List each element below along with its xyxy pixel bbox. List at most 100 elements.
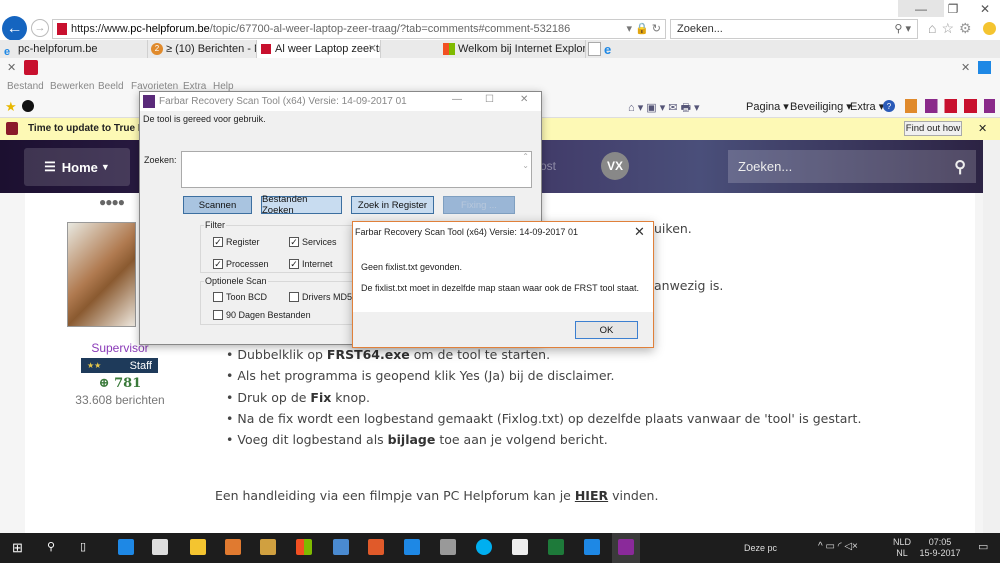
menu-bestand[interactable]: Bestand xyxy=(7,81,44,92)
tab-label: ≥ (10) Berichten - Marktplaats.nl xyxy=(166,43,256,55)
search-icon[interactable]: ⚲ xyxy=(47,540,55,553)
dialog-title: Farbar Recovery Scan Tool (x64) Versie: … xyxy=(355,227,578,237)
store-icon[interactable] xyxy=(152,539,168,555)
search-icon[interactable]: ⚲ xyxy=(954,157,966,177)
tab-label: Al weer Laptop zeer traag - ... xyxy=(275,43,380,55)
security-menu[interactable]: Beveiliging ▾ xyxy=(790,100,852,113)
close-tab-icon[interactable]: ✕ xyxy=(368,40,377,58)
hier-link[interactable]: HIER xyxy=(575,488,608,503)
app-icon[interactable] xyxy=(440,539,456,555)
windows-icon xyxy=(443,43,455,55)
frst-taskbar-button[interactable] xyxy=(612,533,640,563)
edge-icon[interactable] xyxy=(118,539,134,555)
frst-titlebar[interactable]: Farbar Recovery Scan Tool (x64) Versie: … xyxy=(140,92,541,111)
clock[interactable]: 07:05 15-9-2017 xyxy=(918,537,962,559)
smiley-feedback-icon[interactable] xyxy=(983,22,996,35)
new-tab-icon[interactable] xyxy=(588,42,601,56)
app-icon[interactable] xyxy=(22,100,34,112)
favorites-star-icon[interactable]: ★ xyxy=(5,99,17,115)
frst-search-textarea[interactable]: ⌃ ⌄ xyxy=(181,151,532,188)
checkbox-internet[interactable]: ✓ Internet xyxy=(289,259,333,269)
app-icon[interactable] xyxy=(260,539,276,555)
app-icon[interactable] xyxy=(333,539,349,555)
forward-button[interactable]: → xyxy=(31,19,49,37)
media-icon[interactable] xyxy=(225,539,241,555)
checkbox-label: Internet xyxy=(302,259,333,269)
menu-bewerken[interactable]: Bewerken xyxy=(50,81,94,92)
tools-menu[interactable]: Extra ▾ xyxy=(850,100,884,113)
bold-text: Fix xyxy=(310,389,332,405)
tab-pc-helpforum[interactable]: e pc-helpforum.be xyxy=(0,40,148,58)
checkbox-90-dagen[interactable]: 90 Dagen Bestanden xyxy=(213,310,311,320)
find-files-button[interactable]: Bestanden Zoeken xyxy=(261,194,342,216)
plus-icon: ⊕ xyxy=(98,376,115,391)
tab-active-topic[interactable]: Al weer Laptop zeer traag - ...✕ xyxy=(257,40,381,58)
addon-menu-icon[interactable] xyxy=(978,61,991,74)
mcafee-icon[interactable] xyxy=(24,60,38,75)
close-button[interactable]: ✕ xyxy=(520,94,528,105)
find-registry-button[interactable]: Zoek in Register xyxy=(351,196,434,214)
addon-icon[interactable] xyxy=(905,99,917,113)
back-button[interactable]: ← xyxy=(2,16,27,41)
notification-center-icon[interactable]: ▭ xyxy=(978,540,988,553)
home-favorites-settings-icons[interactable]: ⌂☆⚙ xyxy=(928,20,977,37)
checkbox-services[interactable]: ✓ Services xyxy=(289,237,337,247)
avatar[interactable] xyxy=(67,222,136,327)
tray-icons[interactable]: ^ ▭ ◜ ◁× xyxy=(818,541,858,552)
tab-marktplaats[interactable]: 2≥ (10) Berichten - Marktplaats.nl xyxy=(148,40,257,58)
page-scrollbar[interactable] xyxy=(983,140,1000,533)
checkbox-processen[interactable]: ✓ Processen xyxy=(213,259,269,269)
checkbox-label: 90 Dagen Bestanden xyxy=(226,310,311,320)
language-indicator[interactable]: NLD NL xyxy=(893,537,911,559)
ie-icon[interactable] xyxy=(584,539,600,555)
skype-icon[interactable] xyxy=(476,539,492,555)
address-bar[interactable]: https://www.pc-helpforum.be/topic/67700-… xyxy=(52,19,666,39)
minimize-button[interactable]: — xyxy=(452,94,462,105)
text: Voeg dit logbestand als xyxy=(237,432,388,448)
checkbox-label: Drivers MD5 xyxy=(302,292,353,302)
list-item: • Na de fix wordt een logbestand gemaakt… xyxy=(226,410,862,426)
page-menu[interactable]: Pagina ▾ xyxy=(746,100,789,113)
mail-icon[interactable] xyxy=(512,539,528,555)
close-dialog-button[interactable]: ✕ xyxy=(634,224,645,240)
maximize-button[interactable]: ☐ xyxy=(485,94,494,105)
close-notification-icon[interactable]: ✕ xyxy=(978,122,987,135)
close-window-button[interactable]: ✕ xyxy=(962,0,1000,18)
text: toe aan je volgend bericht. xyxy=(435,432,608,448)
find-out-how-button[interactable]: Find out how xyxy=(904,121,962,136)
scan-button[interactable]: Scannen xyxy=(183,196,252,214)
excel-icon[interactable] xyxy=(548,539,564,555)
checkbox-toon-bcd[interactable]: Toon BCD xyxy=(213,292,267,302)
tab-bar: e pc-helpforum.be 2≥ (10) Berichten - Mar… xyxy=(0,40,1000,58)
close-addon-icon[interactable]: ✕ xyxy=(7,61,16,74)
scroll-arrows[interactable]: ⌃ ⌄ xyxy=(522,152,529,170)
addon-icons[interactable] xyxy=(925,99,995,113)
text: Als het programma is geopend klik Yes (J… xyxy=(237,368,615,384)
site-favicon xyxy=(57,23,67,35)
lang-code: NLD xyxy=(893,537,912,547)
app-icon[interactable] xyxy=(368,539,384,555)
ie-icon[interactable] xyxy=(404,539,420,555)
close-bar-icon[interactable]: ✕ xyxy=(961,61,970,74)
windows-store-icon[interactable] xyxy=(296,539,312,555)
url-path: /topic/67700-al-weer-laptop-zeer-traag/?… xyxy=(209,23,571,35)
lock-refresh-icon[interactable]: ▾ 🔒 ↻ xyxy=(626,20,661,38)
site-logo: VX xyxy=(601,152,629,180)
search-icon[interactable]: ⚲ ▾ xyxy=(894,20,911,38)
checkbox-drivers-md5[interactable]: Drivers MD5 xyxy=(289,292,352,302)
chevron-down-icon: ▼ xyxy=(100,162,110,172)
task-view-icon[interactable]: ▯ xyxy=(80,540,86,553)
checkbox-register[interactable]: ✓ Register xyxy=(213,237,260,247)
home-feeds-mail-print-icons[interactable]: ⌂ ▾ ▣ ▾ ✉ 🖶 ▾ xyxy=(628,99,700,118)
browser-search-input[interactable]: Zoeken... ⚲ ▾ xyxy=(670,19,918,39)
ie-icon[interactable]: e xyxy=(604,42,611,57)
tab-welkom-ie[interactable]: Welkom bij Internet Explorer xyxy=(440,40,586,58)
file-explorer-icon[interactable] xyxy=(190,539,206,555)
help-icon[interactable]: ? xyxy=(883,100,895,112)
ok-button[interactable]: OK xyxy=(575,321,638,339)
menu-beeld[interactable]: Beeld xyxy=(98,81,124,92)
site-search-input[interactable]: Zoeken... ⚲ xyxy=(728,150,976,183)
deze-pc-toolbar[interactable]: Deze pc xyxy=(744,543,777,553)
start-windows-icon[interactable]: ⊞ xyxy=(12,540,23,556)
home-nav-button[interactable]: ☰ Home ▼ xyxy=(24,148,130,186)
